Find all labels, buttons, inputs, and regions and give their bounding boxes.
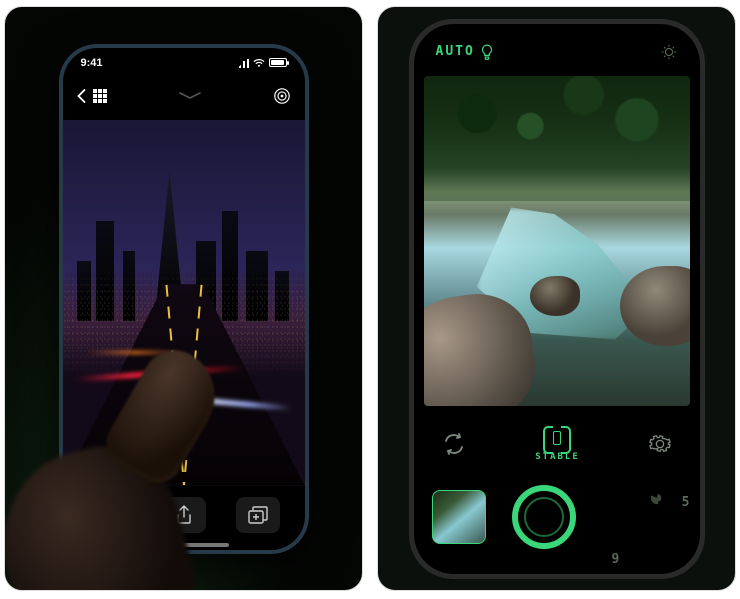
notch — [487, 24, 627, 50]
back-icon[interactable] — [77, 89, 86, 103]
stabilize-icon — [543, 426, 571, 450]
screenshot-left: 9:41 — [4, 6, 363, 591]
screenshot-right: AUTO — [377, 6, 736, 591]
battery-icon — [269, 58, 287, 67]
wifi-icon — [252, 58, 266, 68]
photo-viewer-header — [63, 80, 305, 112]
stabilize-label: STABLE — [535, 452, 580, 462]
share-button[interactable] — [162, 497, 206, 533]
status-time: 9:41 — [81, 57, 103, 69]
gear-icon[interactable] — [649, 433, 671, 455]
camera-viewfinder[interactable] — [424, 76, 690, 406]
dial-mark-9: 9 — [612, 552, 620, 567]
home-indicator[interactable] — [139, 543, 229, 547]
exposure-dial[interactable]: 5 9 — [618, 491, 698, 571]
favorite-button[interactable] — [88, 497, 132, 533]
stabilize-button[interactable]: STABLE — [535, 426, 580, 462]
export-button[interactable] — [236, 497, 280, 533]
switch-camera-icon[interactable] — [442, 433, 466, 455]
notch — [124, 48, 244, 70]
grid-icon[interactable] — [92, 88, 108, 104]
dial-mark-5: 5 — [682, 495, 690, 510]
shutter-button[interactable] — [512, 485, 576, 549]
camera-mid-toolbar: STABLE — [414, 416, 700, 472]
phone-frame-left: 9:41 — [59, 44, 309, 554]
mode-label[interactable]: AUTO — [436, 44, 475, 59]
phone-frame-right: AUTO — [409, 19, 705, 579]
photo-content[interactable] — [63, 120, 305, 486]
brightness-icon[interactable] — [660, 43, 678, 61]
camera-bottom-bar: 5 9 — [414, 472, 700, 562]
gallery-thumbnail[interactable] — [432, 490, 486, 544]
target-icon[interactable] — [273, 87, 291, 105]
photo-viewer-toolbar — [63, 490, 305, 540]
chevron-down-icon[interactable] — [178, 92, 202, 100]
